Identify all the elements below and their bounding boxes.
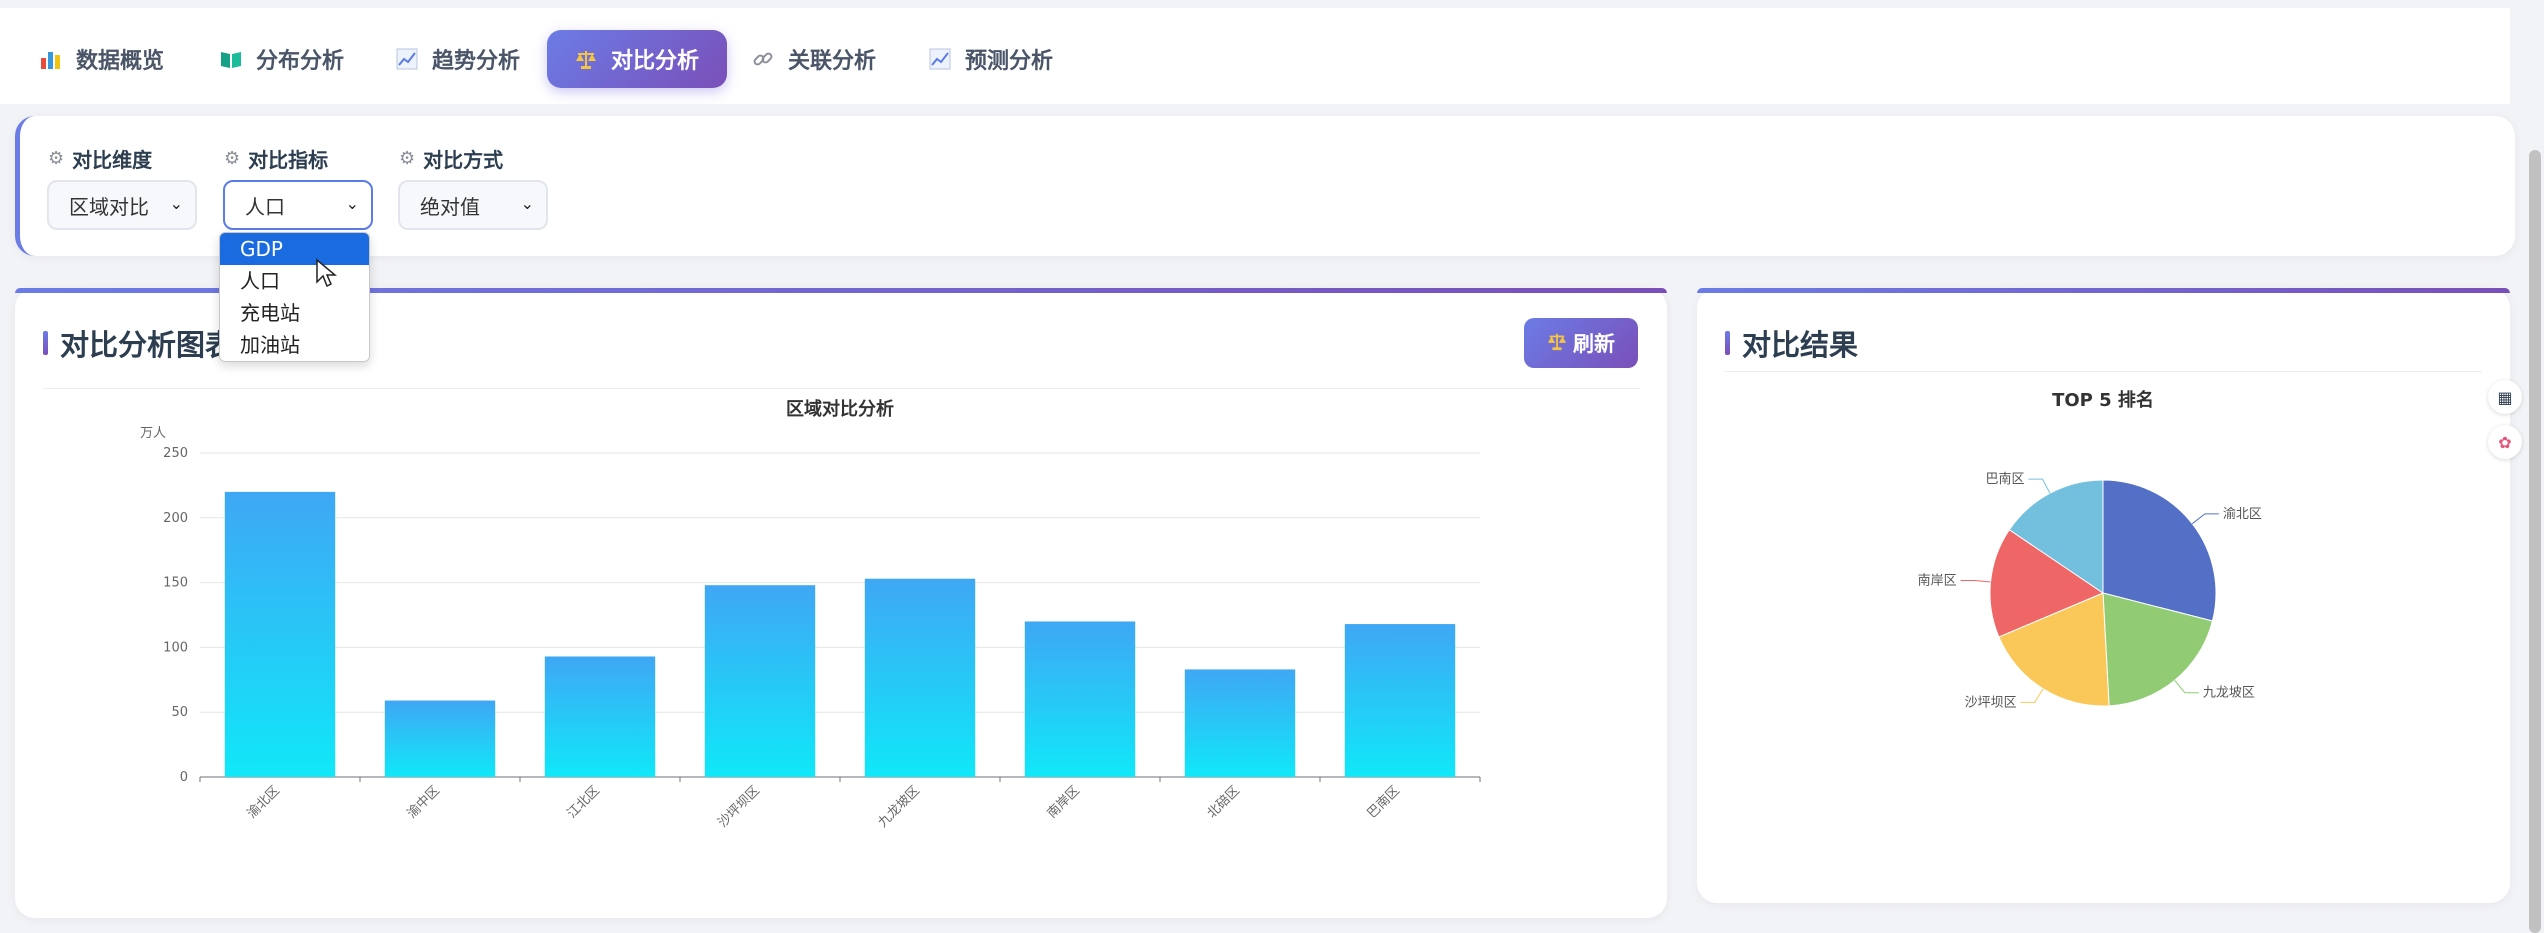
bar (1344, 624, 1456, 777)
pie-label-line (2191, 513, 2219, 525)
chevron-down-icon: ⌄ (169, 194, 183, 213)
metric-dropdown: GDP 人口 充电站 加油站 (219, 232, 370, 362)
result-panel-title: 对比结果 (1725, 322, 1858, 364)
tab-distribution[interactable]: 分布分析 (220, 30, 344, 88)
title-marker (1725, 331, 1730, 355)
pie-label-line (1960, 579, 1991, 583)
pie-label: 巴南区 (1985, 471, 2024, 487)
tab-forecast[interactable]: 预测分析 (929, 30, 1053, 88)
x-tick-label: 沙坪坝区 (715, 783, 762, 830)
card-accent (1697, 288, 2510, 293)
chart-panel-title: 对比分析图表 (43, 322, 234, 364)
scrollbar[interactable] (2524, 0, 2544, 933)
tab-trend[interactable]: 趋势分析 (396, 30, 520, 88)
x-tick-label: 九龙坡区 (875, 783, 922, 830)
y-tick-label: 100 (163, 640, 188, 655)
pie-label: 九龙坡区 (2203, 686, 2255, 701)
chevron-down-icon: ⌄ (345, 194, 359, 213)
metric-option[interactable]: 加油站 (220, 329, 369, 361)
grid-icon[interactable]: ▦ (2488, 380, 2522, 414)
scale-icon (1547, 331, 1567, 356)
x-tick-label: 渝北区 (244, 783, 283, 822)
tab-label: 对比分析 (611, 49, 700, 74)
y-tick-label: 0 (180, 770, 188, 785)
mouse-cursor-icon (316, 258, 337, 288)
bar (224, 491, 336, 777)
tab-overview[interactable]: 数据概览 (40, 30, 164, 88)
pie-label-line (2020, 688, 2044, 703)
trend-icon (929, 48, 951, 70)
result-panel: 对比结果 TOP 5 排名渝北区九龙坡区沙坪坝区 南岸区 巴南区 (1697, 288, 2510, 903)
x-tick-label: 北碚区 (1205, 783, 1243, 821)
pie-title: TOP 5 排名 (2052, 389, 2154, 411)
chevron-down-icon: ⌄ (520, 194, 534, 213)
gear-icon: ⚙ (399, 148, 416, 169)
divider (43, 388, 1640, 389)
gear-icon: ⚙ (224, 148, 241, 169)
pie-label-line (2028, 478, 2051, 494)
bar (384, 700, 496, 777)
metric-option[interactable]: 充电站 (220, 297, 369, 329)
bar-chart-icon (40, 48, 62, 70)
trend-icon (396, 48, 418, 70)
tab-label: 关联分析 (788, 49, 877, 74)
scale-icon (575, 48, 597, 70)
dimension-select[interactable]: 区域对比 ⌄ (47, 180, 197, 230)
pie-label-line (2174, 680, 2199, 694)
bar (704, 585, 816, 777)
bar-chart: 区域对比分析万人 0 50 100 150 200 250 渝北区 渝中区 江北区 沙坪坝区 九龙坡区… (140, 398, 1481, 831)
pie-chart: TOP 5 排名渝北区九龙坡区沙坪坝区 南岸区 巴南区 (1918, 389, 2262, 710)
y-tick-label: 50 (171, 705, 188, 720)
tab-correlation[interactable]: 关联分析 (752, 30, 876, 88)
x-tick-label: 渝中区 (404, 783, 443, 822)
metric-select[interactable]: 人口 ⌄ (223, 180, 373, 230)
x-tick-label: 江北区 (565, 783, 603, 821)
tab-label: 趋势分析 (432, 49, 521, 74)
tab-label: 预测分析 (965, 49, 1054, 74)
y-axis-label: 万人 (140, 426, 166, 441)
pie-label: 渝北区 (2223, 506, 2262, 522)
metric-label: ⚙ 对比指标 (224, 148, 329, 172)
metric-option[interactable]: 人口 (220, 265, 369, 297)
book-icon (220, 48, 242, 70)
bar (1024, 621, 1136, 777)
link-icon (752, 48, 774, 70)
dimension-label: ⚙ 对比维度 (48, 148, 153, 172)
pie-label: 南岸区 (1918, 572, 1957, 588)
bar (864, 578, 976, 777)
method-select[interactable]: 绝对值 ⌄ (398, 180, 548, 230)
tab-label: 数据概览 (76, 49, 165, 74)
chart-panel: 对比分析图表 刷新 区域对比分析万人 0 50 100 150 200 250 渝北区 渝中区 江… (15, 288, 1667, 918)
refresh-button[interactable]: 刷新 (1524, 318, 1638, 368)
y-tick-label: 150 (163, 576, 188, 591)
comparison-controls: ⚙ 对比维度 区域对比 ⌄ ⚙ 对比指标 人口 ⌄ ⚙ 对比方式 绝对值 ⌄ (15, 116, 2515, 256)
x-tick-label: 南岸区 (1044, 783, 1083, 822)
title-marker (43, 331, 48, 355)
method-label: ⚙ 对比方式 (399, 148, 504, 172)
tab-comparison[interactable]: 对比分析 (547, 30, 728, 88)
bar (1184, 669, 1296, 777)
metric-option[interactable]: GDP (220, 233, 369, 265)
pie-label: 沙坪坝区 (1965, 695, 2017, 710)
chart-title: 区域对比分析 (786, 398, 894, 420)
translate-icon[interactable]: ✿ (2488, 425, 2522, 459)
tab-bar: 数据概览 分布分析 趋势分析 对比分析 关联分析 预测分析 (0, 8, 2510, 104)
y-tick-label: 250 (163, 446, 188, 461)
tab-label: 分布分析 (256, 49, 345, 74)
gear-icon: ⚙ (48, 148, 65, 169)
divider (1725, 371, 2482, 372)
x-tick-label: 巴南区 (1364, 783, 1403, 822)
y-tick-label: 200 (163, 511, 188, 526)
bar (544, 656, 656, 777)
scrollbar-thumb[interactable] (2529, 150, 2541, 933)
